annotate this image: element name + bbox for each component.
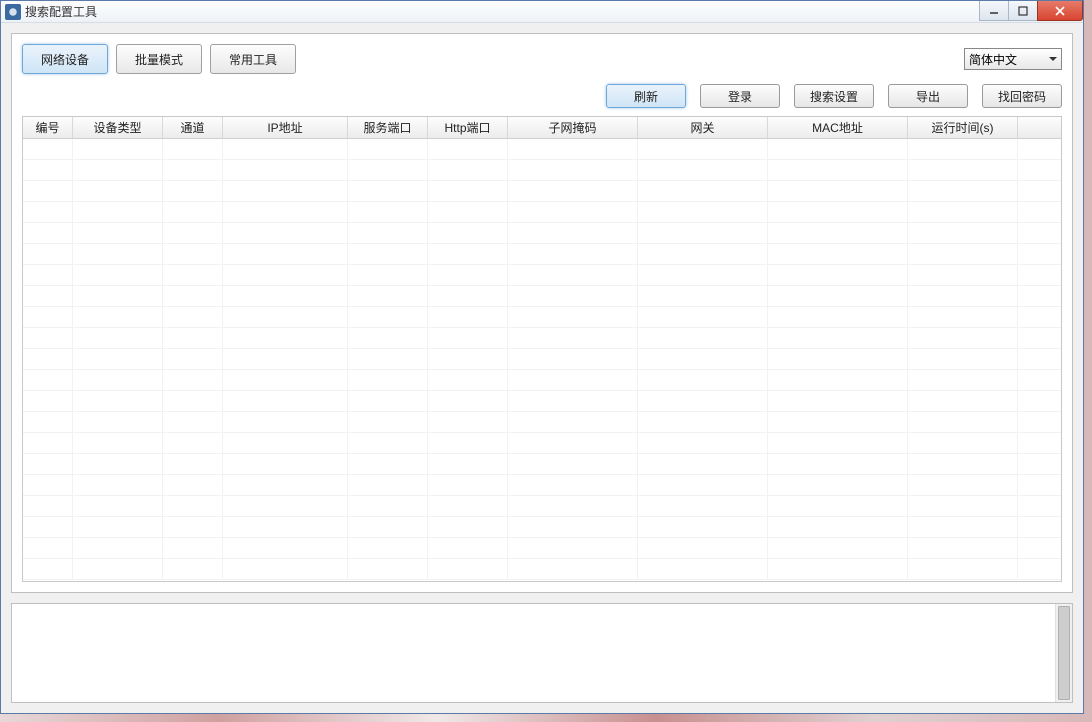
table-row[interactable] <box>23 454 1061 475</box>
device-table: 编号 设备类型 通道 IP地址 服务端口 Http端口 子网掩码 网关 MAC地… <box>22 116 1062 582</box>
log-area[interactable] <box>12 604 1055 702</box>
col-http-port[interactable]: Http端口 <box>428 117 508 138</box>
table-row[interactable] <box>23 160 1061 181</box>
minimize-button[interactable] <box>979 1 1009 21</box>
export-button[interactable]: 导出 <box>888 84 968 108</box>
login-button[interactable]: 登录 <box>700 84 780 108</box>
language-selected: 简体中文 <box>969 51 1017 68</box>
table-row[interactable] <box>23 286 1061 307</box>
table-row[interactable] <box>23 181 1061 202</box>
table-row[interactable] <box>23 328 1061 349</box>
log-panel <box>11 603 1073 703</box>
table-row[interactable] <box>23 391 1061 412</box>
tab-common-tools[interactable]: 常用工具 <box>210 44 296 74</box>
col-gateway[interactable]: 网关 <box>638 117 768 138</box>
table-row[interactable] <box>23 370 1061 391</box>
col-subnet-mask[interactable]: 子网掩码 <box>508 117 638 138</box>
col-number[interactable]: 编号 <box>23 117 73 138</box>
tab-batch-mode[interactable]: 批量模式 <box>116 44 202 74</box>
table-row[interactable] <box>23 433 1061 454</box>
tab-network-device[interactable]: 网络设备 <box>22 44 108 74</box>
col-mac-address[interactable]: MAC地址 <box>768 117 908 138</box>
table-row[interactable] <box>23 244 1061 265</box>
col-service-port[interactable]: 服务端口 <box>348 117 428 138</box>
action-row: 刷新 登录 搜索设置 导出 找回密码 <box>22 84 1062 108</box>
log-scrollbar[interactable] <box>1055 604 1072 702</box>
close-button[interactable] <box>1037 1 1083 21</box>
app-icon <box>5 4 21 20</box>
table-body[interactable] <box>23 139 1061 581</box>
titlebar[interactable]: 搜索配置工具 <box>1 1 1083 23</box>
table-row[interactable] <box>23 496 1061 517</box>
main-panel: 网络设备 批量模式 常用工具 简体中文 刷新 登录 搜索设置 导出 找回密码 编… <box>11 33 1073 593</box>
tab-row: 网络设备 批量模式 常用工具 简体中文 <box>22 44 1062 74</box>
table-row[interactable] <box>23 265 1061 286</box>
language-select[interactable]: 简体中文 <box>964 48 1062 70</box>
col-channel[interactable]: 通道 <box>163 117 223 138</box>
table-row[interactable] <box>23 538 1061 559</box>
window-title: 搜索配置工具 <box>25 3 97 20</box>
window-controls <box>980 1 1083 21</box>
table-row[interactable] <box>23 139 1061 160</box>
table-row[interactable] <box>23 349 1061 370</box>
col-device-type[interactable]: 设备类型 <box>73 117 163 138</box>
table-row[interactable] <box>23 559 1061 580</box>
col-runtime[interactable]: 运行时间(s) <box>908 117 1018 138</box>
refresh-button[interactable]: 刷新 <box>606 84 686 108</box>
col-spacer <box>1018 117 1061 138</box>
table-row[interactable] <box>23 223 1061 244</box>
search-settings-button[interactable]: 搜索设置 <box>794 84 874 108</box>
window-content: 网络设备 批量模式 常用工具 简体中文 刷新 登录 搜索设置 导出 找回密码 编… <box>1 23 1083 713</box>
table-row[interactable] <box>23 517 1061 538</box>
table-header: 编号 设备类型 通道 IP地址 服务端口 Http端口 子网掩码 网关 MAC地… <box>23 117 1061 139</box>
table-row[interactable] <box>23 412 1061 433</box>
table-row[interactable] <box>23 307 1061 328</box>
table-row[interactable] <box>23 202 1061 223</box>
table-row[interactable] <box>23 475 1061 496</box>
find-password-button[interactable]: 找回密码 <box>982 84 1062 108</box>
chevron-down-icon <box>1049 57 1057 61</box>
col-ip-address[interactable]: IP地址 <box>223 117 348 138</box>
app-window: 搜索配置工具 网络设备 批量模式 常用工具 简体中文 刷新 <box>0 0 1084 714</box>
maximize-button[interactable] <box>1008 1 1038 21</box>
